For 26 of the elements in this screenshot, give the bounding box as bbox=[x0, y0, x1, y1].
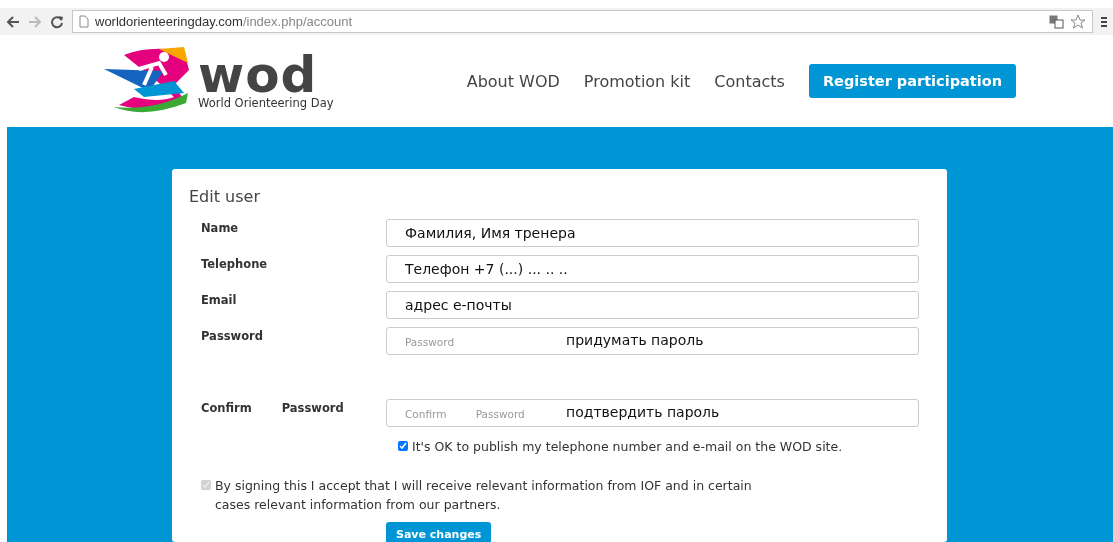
back-icon[interactable] bbox=[6, 14, 20, 29]
field-label: Email bbox=[201, 292, 238, 309]
form-title: Edit user bbox=[189, 187, 261, 206]
address-bar[interactable]: worldorienteeringday.com/index.php/account bbox=[72, 10, 1093, 33]
input-field[interactable]: Телефон +7 (...) ... .. .. bbox=[386, 255, 919, 283]
url-text: worldorienteeringday.com/index.php/account bbox=[95, 14, 353, 29]
star-icon[interactable] bbox=[1070, 14, 1086, 29]
nav-link[interactable]: Contacts bbox=[714, 71, 785, 91]
field-label: Name bbox=[201, 220, 240, 237]
checkbox-label: It's OK to publish my telephone number and e-mail on the WOD site. bbox=[412, 438, 843, 456]
handwritten-note: придумать пароль bbox=[566, 332, 704, 348]
translate-icon[interactable] bbox=[1049, 14, 1064, 29]
input-field[interactable]: Фамилия, Имя тренера bbox=[386, 219, 919, 247]
handwritten-note: подтвердить пароль bbox=[566, 404, 720, 420]
nav-link[interactable]: Promotion kit bbox=[583, 71, 691, 91]
reload-icon[interactable] bbox=[50, 14, 64, 29]
input-field[interactable]: адрес е-почты bbox=[386, 291, 919, 319]
logo-caption: World Orienteering Day bbox=[198, 98, 334, 110]
menu-icon[interactable] bbox=[1101, 15, 1107, 28]
nav-link[interactable]: About WOD bbox=[466, 71, 560, 91]
checkbox-label: By signing this I accept that I will receive relevant information from IOF and in certain cases relevant information from our partners. bbox=[215, 477, 753, 514]
checkbox[interactable] bbox=[398, 441, 408, 451]
page-icon bbox=[79, 15, 89, 28]
field-label: Telephone bbox=[201, 256, 269, 273]
field-label: Password bbox=[201, 328, 264, 345]
field-label: Confirm Password bbox=[201, 400, 345, 417]
